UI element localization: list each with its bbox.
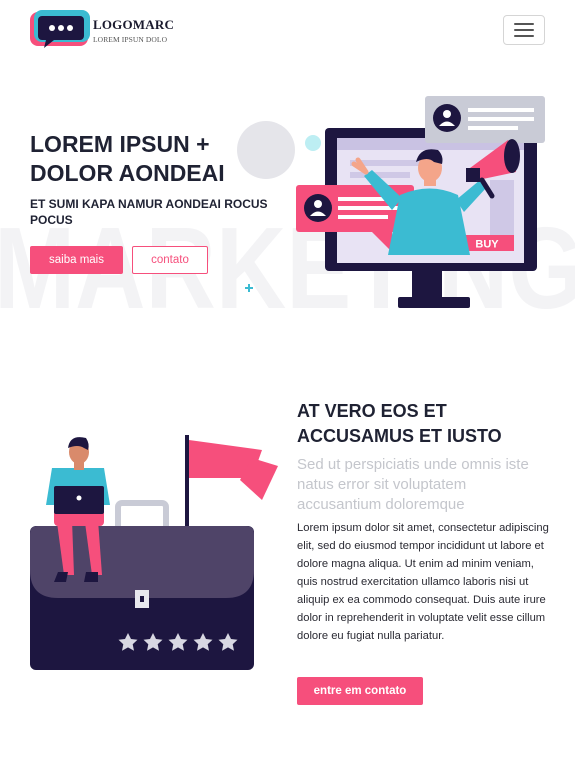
section-lead: Sed ut perspiciatis unde omnis iste natu… (297, 456, 529, 513)
contato-button[interactable]: contato (132, 246, 208, 274)
buy-label: BUY (475, 239, 499, 251)
hamburger-icon (514, 23, 534, 25)
brand-block[interactable]: LOGOMARC LOREM IPSUN DOLO (93, 17, 174, 44)
logo-chat-icon[interactable] (30, 10, 90, 50)
saiba-mais-button[interactable]: saiba mais (30, 246, 123, 274)
section-title: AT VERO EOS ET ACCUSAMUS ET IUSTO (297, 401, 502, 446)
contact-cta-button[interactable]: entre em contato (297, 677, 423, 705)
marketing-illustration: BUY (237, 96, 545, 308)
hamburger-icon-bar (514, 35, 534, 37)
brand-name: LOGOMARC (93, 17, 175, 32)
brand-tagline: LOREM IPSUN DOLO (93, 35, 168, 44)
hamburger-icon-bar (514, 29, 534, 31)
briefcase-illustration (30, 435, 278, 670)
menu-toggle-button[interactable] (503, 15, 545, 45)
section-body: Lorem ipsum dolor sit amet, consectetur … (297, 522, 549, 642)
